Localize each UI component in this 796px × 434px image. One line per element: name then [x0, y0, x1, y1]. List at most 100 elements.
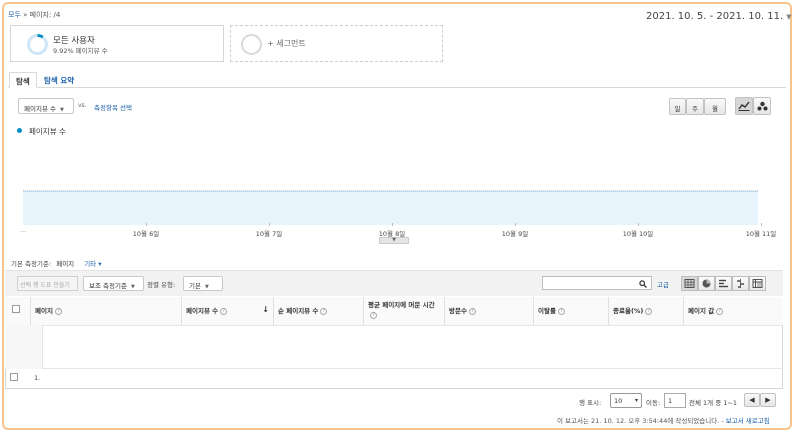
header-exit-rate-label: 종료율(%)	[613, 307, 644, 315]
rows-per-page-select[interactable]: 10 ▾	[610, 393, 642, 408]
chart-series-area	[23, 191, 758, 225]
breadcrumb-separator: »	[23, 11, 28, 19]
header-exit-rate[interactable]: 종료율(%)?	[609, 297, 684, 325]
metric-select[interactable]: 페이지뷰 수 ▼	[18, 98, 74, 114]
sort-type-select[interactable]: 기본 ▼	[183, 276, 223, 291]
help-icon[interactable]: ?	[716, 307, 724, 315]
chart-x-tick-mark	[638, 223, 639, 226]
bubble-chart-icon	[757, 101, 767, 111]
chevron-down-icon: ▼	[786, 13, 792, 21]
sort-type-value: 기본	[189, 282, 201, 290]
help-icon[interactable]: ?	[220, 307, 228, 315]
table-search-input[interactable]	[542, 276, 652, 290]
line-chart-button[interactable]	[735, 97, 753, 115]
segment-subtitle: 9.92% 페이지뷰 수	[53, 47, 108, 55]
view-performance-button[interactable]	[715, 276, 732, 291]
refresh-report-link[interactable]: 보고서 새로고침	[726, 417, 770, 425]
view-comparison-button[interactable]	[732, 276, 749, 291]
chart-x-tick: 10월 10일	[622, 230, 654, 238]
row-gutter	[5, 325, 43, 369]
breadcrumb: 모두 » 페이지: /4	[8, 10, 60, 20]
help-icon[interactable]: ?	[54, 307, 62, 315]
metric-select-value: 페이지뷰 수	[24, 105, 56, 113]
secondary-dimension-select[interactable]: 보조 측정기준 ▼	[83, 276, 144, 291]
bar-list-icon	[719, 279, 728, 288]
chart-x-tick-mark	[761, 223, 762, 226]
header-unique-pageviews[interactable]: 순 페이지뷰 수?	[274, 297, 364, 325]
tabs-divider	[8, 87, 786, 88]
chevron-down-icon: ▼	[59, 107, 64, 113]
empty-ring-icon	[241, 34, 262, 55]
tab-explorer[interactable]: 탐색	[9, 72, 37, 88]
granularity-day-button[interactable]: 일	[669, 98, 686, 115]
chart-x-tick-mark	[269, 223, 270, 226]
view-table-button[interactable]	[681, 276, 698, 291]
primary-dimension-label: 기본 측정기준:	[11, 260, 52, 268]
primary-dimension-other[interactable]: 기타 ▾	[84, 260, 101, 268]
segment-card-all-users[interactable]: 모든 사용자 9.92% 페이지뷰 수	[10, 25, 224, 62]
line-chart-icon	[738, 101, 750, 111]
chevron-down-icon: ▾	[634, 397, 638, 404]
header-bounce-rate-label: 이탈률	[538, 307, 556, 315]
header-entrances-label: 방문수	[449, 307, 467, 315]
primary-dimension-page[interactable]: 페이지	[56, 260, 74, 268]
granularity-week-button[interactable]: 주	[686, 98, 704, 115]
page-range-text: 전체 1개 중 1~1	[689, 399, 737, 407]
rows-per-page-label: 행 표시:	[579, 399, 602, 407]
header-entrances[interactable]: 방문수?	[445, 297, 534, 325]
chevron-left-icon: ◀	[749, 396, 755, 404]
view-pie-button[interactable]	[698, 276, 715, 291]
select-all-checkbox[interactable]	[12, 305, 20, 313]
header-page-value-label: 페이지 값	[688, 307, 715, 315]
plot-rows-button[interactable]: 선택 행 도표 만들기	[17, 276, 78, 291]
chart-x-tick: 10월 6일	[132, 230, 160, 238]
help-icon[interactable]: ?	[645, 307, 653, 315]
prev-page-button[interactable]: ◀	[744, 393, 760, 407]
header-bounce-rate[interactable]: 이탈률?	[534, 297, 609, 325]
total-row	[43, 325, 783, 369]
report-generated-text: 이 보고서는 21. 10. 12. 오후 3:54:44에 작성되었습니다. …	[557, 417, 726, 425]
breadcrumb-root[interactable]: 모두	[8, 11, 21, 19]
breadcrumb-current: 페이지: /4	[29, 11, 61, 19]
granularity-month-button[interactable]: 월	[704, 98, 726, 115]
vs-label: vs.	[78, 102, 87, 109]
date-range-picker[interactable]: 2021. 10. 5. - 2021. 10. 11. ▼	[646, 11, 792, 22]
motion-chart-button[interactable]	[753, 97, 771, 115]
chart-x-left-label: ...	[20, 226, 27, 234]
add-segment-button[interactable]: + 세그먼트	[230, 25, 443, 62]
secondary-dimension-label: 보조 측정기준	[89, 282, 127, 290]
search-icon	[639, 280, 647, 288]
advanced-filter-link[interactable]: 고급	[657, 279, 669, 289]
header-avg-time-on-page[interactable]: 평균 페이지에 머문 시간?	[364, 297, 445, 325]
view-pivot-button[interactable]	[749, 276, 766, 291]
table-view-icon	[684, 279, 695, 288]
next-page-button[interactable]: ▶	[760, 393, 776, 407]
tab-explorer-summary[interactable]: 탐색 요약	[38, 72, 80, 88]
help-icon[interactable]: ?	[320, 307, 328, 315]
header-pageviews[interactable]: 페이지뷰 수? ↓	[182, 297, 274, 325]
help-icon[interactable]: ?	[557, 307, 565, 315]
chart-x-tick-mark	[515, 223, 516, 226]
chart-resize-handle[interactable]: ▼	[379, 237, 409, 244]
header-unique-pageviews-label: 순 페이지뷰 수	[278, 307, 319, 315]
goto-page-input[interactable]: 1	[664, 393, 686, 408]
header-pageviews-label: 페이지뷰 수	[186, 307, 219, 315]
comparison-icon	[737, 279, 744, 288]
chevron-down-icon: ▼	[204, 284, 209, 290]
chart-x-tick-mark	[392, 223, 393, 226]
chevron-down-icon: ▼	[130, 284, 135, 290]
header-page[interactable]: 페이지?	[31, 297, 182, 325]
chart-x-tick: 10월 7일	[255, 230, 283, 238]
header-page-value[interactable]: 페이지 값?	[684, 297, 783, 325]
help-icon[interactable]: ?	[370, 311, 377, 319]
chart-x-tick: 10월 9일	[501, 230, 529, 238]
select-all-cell	[5, 297, 31, 325]
goto-label: 이동:	[646, 399, 661, 407]
rows-per-page-value: 10	[614, 397, 623, 405]
help-icon[interactable]: ?	[468, 307, 476, 315]
row-checkbox[interactable]	[10, 373, 18, 381]
legend-dot	[17, 128, 22, 133]
pie-chart-icon	[702, 279, 711, 288]
compare-metric-link[interactable]: 측정항목 선택	[94, 102, 132, 112]
add-segment-label: + 세그먼트	[267, 39, 306, 48]
